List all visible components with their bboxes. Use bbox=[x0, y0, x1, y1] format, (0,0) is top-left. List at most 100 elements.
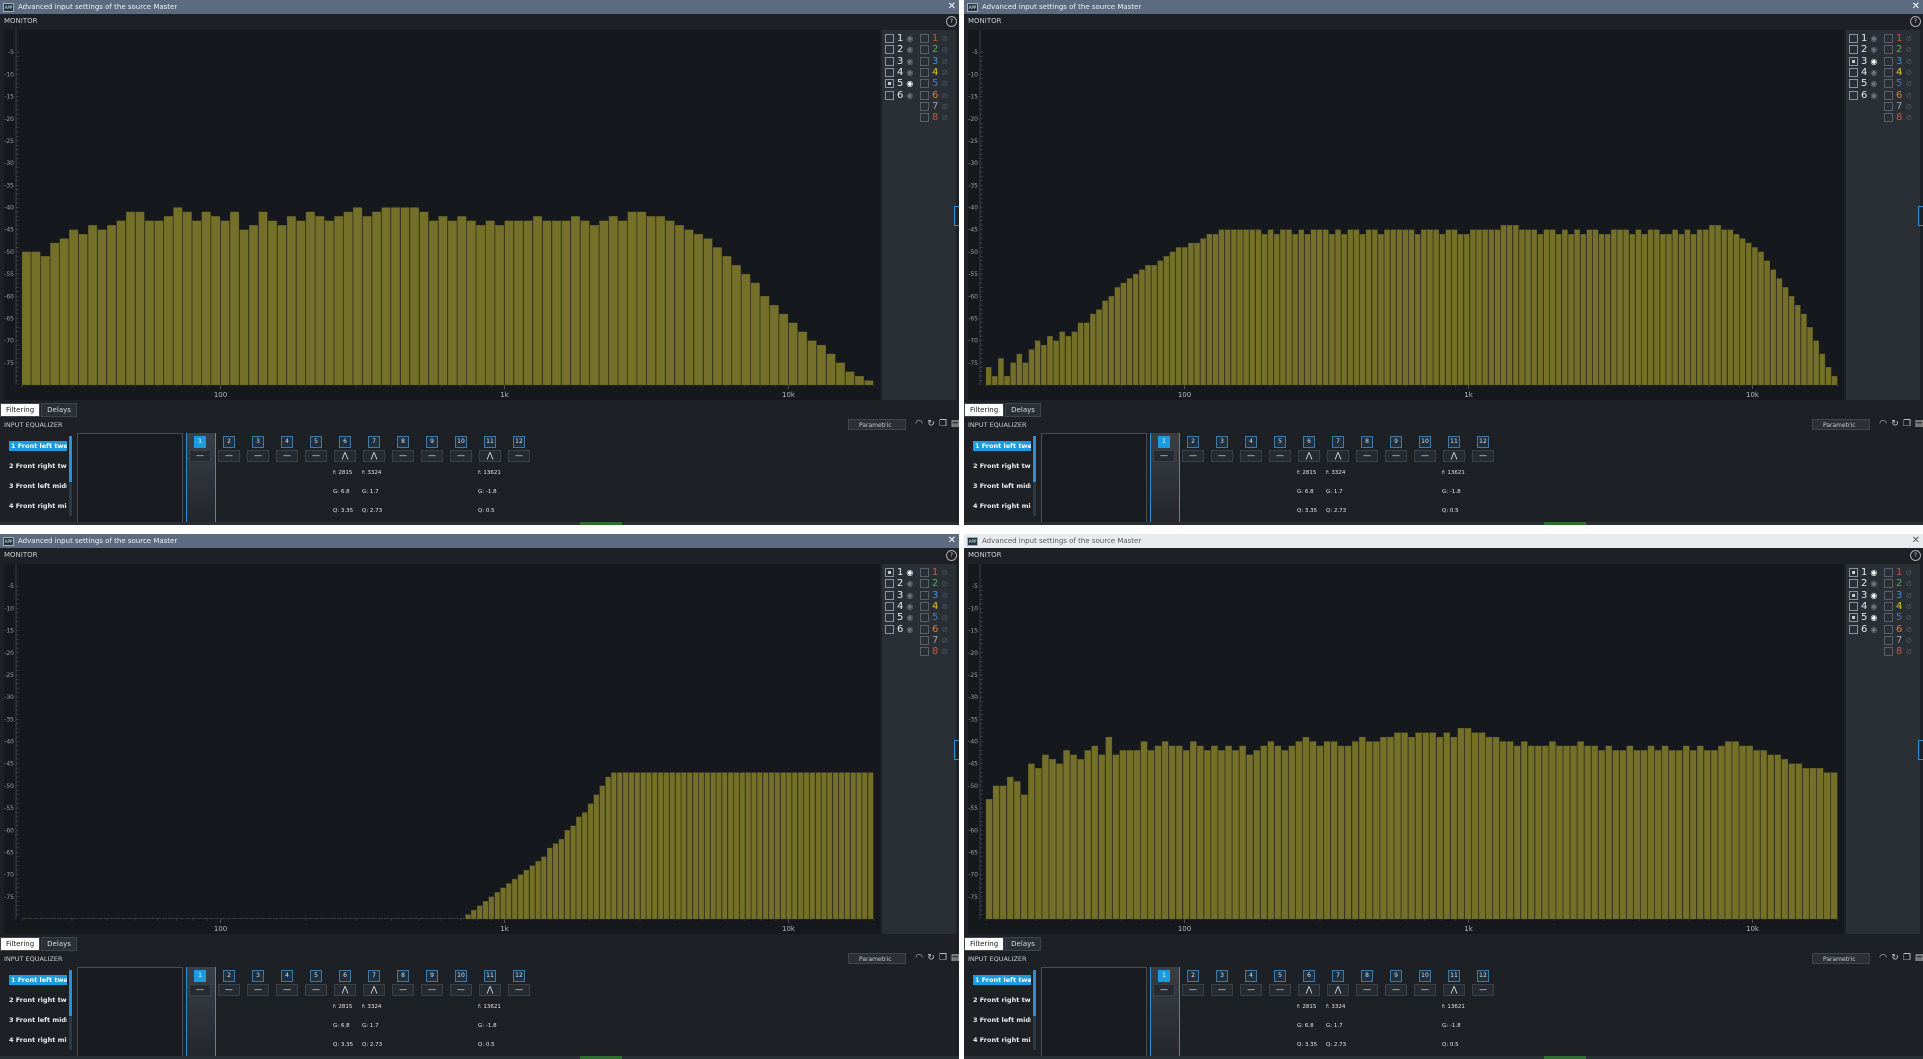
output-toggle-box[interactable] bbox=[920, 579, 929, 589]
output-legend-item[interactable]: 3 ⊘ bbox=[1884, 590, 1912, 601]
input-legend-item[interactable]: 4 ◉ bbox=[885, 67, 913, 78]
close-icon[interactable]: ✕ bbox=[948, 1, 956, 12]
tab-filtering[interactable]: Filtering bbox=[0, 937, 41, 951]
channel-item[interactable]: 2 Front right twee bbox=[971, 990, 1031, 1010]
output-toggle-box[interactable] bbox=[920, 67, 929, 77]
band-number-button[interactable]: 6 bbox=[1303, 436, 1315, 448]
band-number-button[interactable]: 5 bbox=[1274, 970, 1286, 982]
band-number-button[interactable]: 12 bbox=[1477, 436, 1489, 448]
band-type-button[interactable]: — bbox=[189, 984, 211, 996]
tab-filtering[interactable]: Filtering bbox=[964, 937, 1005, 951]
input-legend-item[interactable]: ▪ 5 ◉ bbox=[885, 78, 913, 89]
band-type-button[interactable]: ⋀ bbox=[1298, 984, 1320, 996]
band-number-button[interactable]: 9 bbox=[1390, 436, 1402, 448]
eye-off-icon[interactable]: ⊘ bbox=[941, 34, 948, 43]
eye-icon[interactable]: ◉ bbox=[1870, 79, 1877, 88]
output-toggle-box[interactable] bbox=[920, 624, 929, 634]
band-number-button[interactable]: 2 bbox=[223, 436, 235, 448]
expand-arrow-icon[interactable] bbox=[954, 740, 959, 760]
eye-off-icon[interactable]: ⊘ bbox=[1905, 625, 1912, 634]
band-type-button[interactable]: ⋀ bbox=[1443, 450, 1465, 462]
band-number-button[interactable]: 4 bbox=[281, 970, 293, 982]
band-number-button[interactable]: 6 bbox=[339, 970, 351, 982]
band-type-button[interactable]: — bbox=[1211, 450, 1233, 462]
output-legend-item[interactable]: 5 ⊘ bbox=[1884, 78, 1912, 89]
channel-scrollbar[interactable] bbox=[69, 970, 72, 1050]
input-legend-item[interactable]: 4 ◉ bbox=[1849, 601, 1877, 612]
input-legend-item[interactable]: 2 ◉ bbox=[885, 578, 913, 589]
band-number-button[interactable]: 10 bbox=[1419, 436, 1431, 448]
help-icon[interactable]: ? bbox=[1910, 550, 1921, 561]
band-number-button[interactable]: 9 bbox=[426, 970, 438, 982]
input-legend-item[interactable]: ▪ 1 ◉ bbox=[1849, 567, 1877, 578]
band-number-button[interactable]: 2 bbox=[1187, 436, 1199, 448]
band-number-button[interactable]: 1 bbox=[1158, 970, 1170, 982]
input-legend-item[interactable]: 4 ◉ bbox=[885, 601, 913, 612]
band-type-button[interactable]: — bbox=[276, 450, 298, 462]
band-number-button[interactable]: 3 bbox=[1216, 436, 1228, 448]
output-toggle-box[interactable] bbox=[920, 34, 929, 43]
band-number-button[interactable]: 1 bbox=[194, 436, 206, 448]
eye-icon[interactable]: ◉ bbox=[906, 625, 913, 634]
eye-off-icon[interactable]: ⊘ bbox=[1905, 68, 1912, 77]
band-type-button[interactable]: ⋀ bbox=[479, 450, 501, 462]
eye-icon[interactable]: ◉ bbox=[1870, 591, 1877, 600]
output-toggle-box[interactable] bbox=[1884, 34, 1893, 43]
eye-icon[interactable]: ◉ bbox=[1870, 68, 1877, 77]
band-type-button[interactable]: ⋀ bbox=[1298, 450, 1320, 462]
expand-arrow-icon[interactable] bbox=[1918, 740, 1923, 760]
band-number-button[interactable]: 6 bbox=[1303, 970, 1315, 982]
band-number-button[interactable]: 8 bbox=[1361, 436, 1373, 448]
input-legend-item[interactable]: ▪ 1 ◉ bbox=[885, 567, 913, 578]
band-number-button[interactable]: 3 bbox=[252, 436, 264, 448]
band-type-button[interactable]: — bbox=[218, 450, 240, 462]
output-toggle-box[interactable] bbox=[920, 79, 929, 89]
input-toggle-box[interactable] bbox=[1849, 624, 1858, 634]
input-legend-item[interactable]: ▪ 5 ◉ bbox=[1849, 612, 1877, 623]
eq-mode-select[interactable]: Parametric bbox=[848, 953, 906, 964]
channel-scrollbar[interactable] bbox=[69, 436, 72, 516]
headphones-icon[interactable]: ◠ bbox=[914, 953, 924, 963]
band-type-button[interactable]: — bbox=[189, 450, 211, 462]
input-toggle-box[interactable] bbox=[1849, 579, 1858, 589]
copy-icon[interactable]: ❐ bbox=[1902, 419, 1912, 429]
output-legend-item[interactable]: 6 ⊘ bbox=[1884, 90, 1912, 101]
band-type-button[interactable]: — bbox=[1182, 450, 1204, 462]
input-toggle-box[interactable] bbox=[1849, 90, 1858, 100]
input-toggle-box[interactable] bbox=[885, 45, 894, 55]
copy-icon[interactable]: ❐ bbox=[1902, 953, 1912, 963]
band-type-button[interactable]: — bbox=[421, 450, 443, 462]
input-toggle-box[interactable]: ▪ bbox=[885, 568, 894, 577]
band-number-button[interactable]: 8 bbox=[397, 436, 409, 448]
channel-item[interactable]: 1 Front left tweet bbox=[7, 436, 67, 456]
band-number-button[interactable]: 1 bbox=[194, 970, 206, 982]
output-legend-item[interactable]: 3 ⊘ bbox=[1884, 56, 1912, 67]
close-icon[interactable]: ✕ bbox=[1912, 1, 1920, 12]
channel-item[interactable]: 1 Front left tweet bbox=[7, 970, 67, 990]
band-type-button[interactable]: — bbox=[1211, 984, 1233, 996]
band-number-button[interactable]: 11 bbox=[484, 436, 496, 448]
eye-icon[interactable]: ◉ bbox=[1870, 568, 1877, 577]
output-toggle-box[interactable] bbox=[920, 590, 929, 600]
channel-item[interactable]: 4 Front right midr bbox=[7, 1030, 67, 1050]
band-number-button[interactable]: 12 bbox=[513, 970, 525, 982]
eye-off-icon[interactable]: ⊘ bbox=[941, 91, 948, 100]
output-toggle-box[interactable] bbox=[1884, 601, 1893, 611]
eq-mode-select[interactable]: Parametric bbox=[1812, 419, 1870, 430]
channel-scrollbar[interactable] bbox=[1033, 970, 1036, 1050]
input-toggle-box[interactable] bbox=[1849, 34, 1858, 43]
band-type-button[interactable]: — bbox=[1472, 984, 1494, 996]
input-legend-item[interactable]: ▪ 3 ◉ bbox=[1849, 56, 1877, 67]
input-legend-item[interactable]: 6 ◉ bbox=[885, 624, 913, 635]
output-legend-item[interactable]: 4 ⊘ bbox=[920, 67, 948, 78]
band-type-button[interactable]: ⋀ bbox=[363, 450, 385, 462]
eye-off-icon[interactable]: ⊘ bbox=[941, 79, 948, 88]
output-toggle-box[interactable] bbox=[1884, 90, 1893, 100]
input-legend-item[interactable]: ▪ 3 ◉ bbox=[1849, 590, 1877, 601]
input-legend-item[interactable]: 2 ◉ bbox=[1849, 578, 1877, 589]
eye-off-icon[interactable]: ⊘ bbox=[941, 602, 948, 611]
output-toggle-box[interactable] bbox=[920, 568, 929, 577]
input-legend-item[interactable]: 5 ◉ bbox=[885, 612, 913, 623]
output-toggle-box[interactable] bbox=[1884, 590, 1893, 600]
output-legend-item[interactable]: 8 ⊘ bbox=[1884, 112, 1912, 123]
